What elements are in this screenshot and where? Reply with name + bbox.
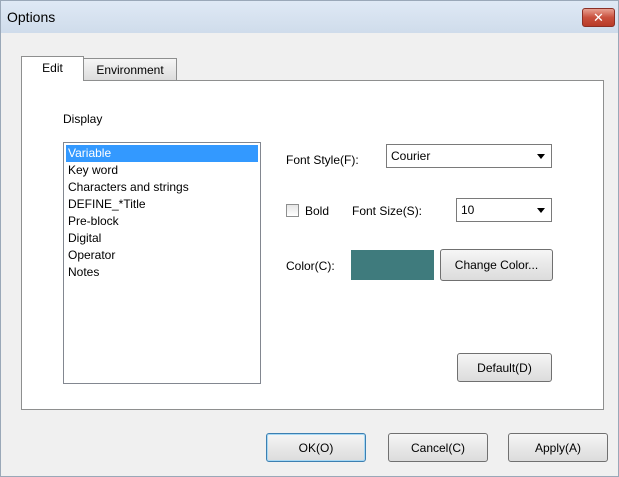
chevron-down-icon xyxy=(537,154,545,159)
color-swatch xyxy=(351,250,434,280)
list-item[interactable]: Key word xyxy=(66,162,258,179)
font-style-label: Font Style(F): xyxy=(286,153,359,167)
apply-label: Apply(A) xyxy=(534,441,581,455)
bold-checkbox[interactable] xyxy=(286,204,299,217)
ok-button[interactable]: OK(O) xyxy=(266,433,366,462)
display-label: Display xyxy=(63,112,103,126)
list-item[interactable]: Notes xyxy=(66,264,258,281)
tab-environment[interactable]: Environment xyxy=(83,58,177,80)
close-icon: ✕ xyxy=(593,10,604,25)
options-dialog: Options ✕ Edit Environment Display Varia… xyxy=(0,0,619,477)
font-size-select[interactable]: 10 xyxy=(456,198,552,222)
list-item[interactable]: DEFINE_*Title xyxy=(66,196,258,213)
list-item[interactable]: Pre-block xyxy=(66,213,258,230)
font-size-label: Font Size(S): xyxy=(352,204,423,218)
title-bar: Options ✕ xyxy=(1,1,618,33)
ok-label: OK(O) xyxy=(298,441,334,455)
font-style-value: Courier xyxy=(391,149,431,163)
change-color-label: Change Color... xyxy=(454,258,539,272)
list-item[interactable]: Variable xyxy=(66,145,258,162)
tab-environment-label: Environment xyxy=(96,63,164,77)
list-item[interactable]: Characters and strings xyxy=(66,179,258,196)
default-label: Default(D) xyxy=(477,361,532,375)
color-label: Color(C): xyxy=(286,259,335,273)
cancel-label: Cancel(C) xyxy=(410,441,465,455)
close-button[interactable]: ✕ xyxy=(582,8,615,27)
list-item[interactable]: Digital xyxy=(66,230,258,247)
cancel-button[interactable]: Cancel(C) xyxy=(388,433,488,462)
font-style-select[interactable]: Courier xyxy=(386,144,552,168)
window-title: Options xyxy=(7,9,56,25)
display-listbox[interactable]: Variable Key word Characters and strings… xyxy=(63,142,261,384)
list-item[interactable]: Operator xyxy=(66,247,258,264)
font-size-value: 10 xyxy=(461,203,475,217)
tab-edit[interactable]: Edit xyxy=(21,56,84,81)
chevron-down-icon xyxy=(537,208,545,213)
tab-edit-label: Edit xyxy=(42,61,63,75)
apply-button[interactable]: Apply(A) xyxy=(508,433,608,462)
default-button[interactable]: Default(D) xyxy=(457,353,552,382)
bold-label: Bold xyxy=(305,204,330,218)
change-color-button[interactable]: Change Color... xyxy=(440,249,553,281)
